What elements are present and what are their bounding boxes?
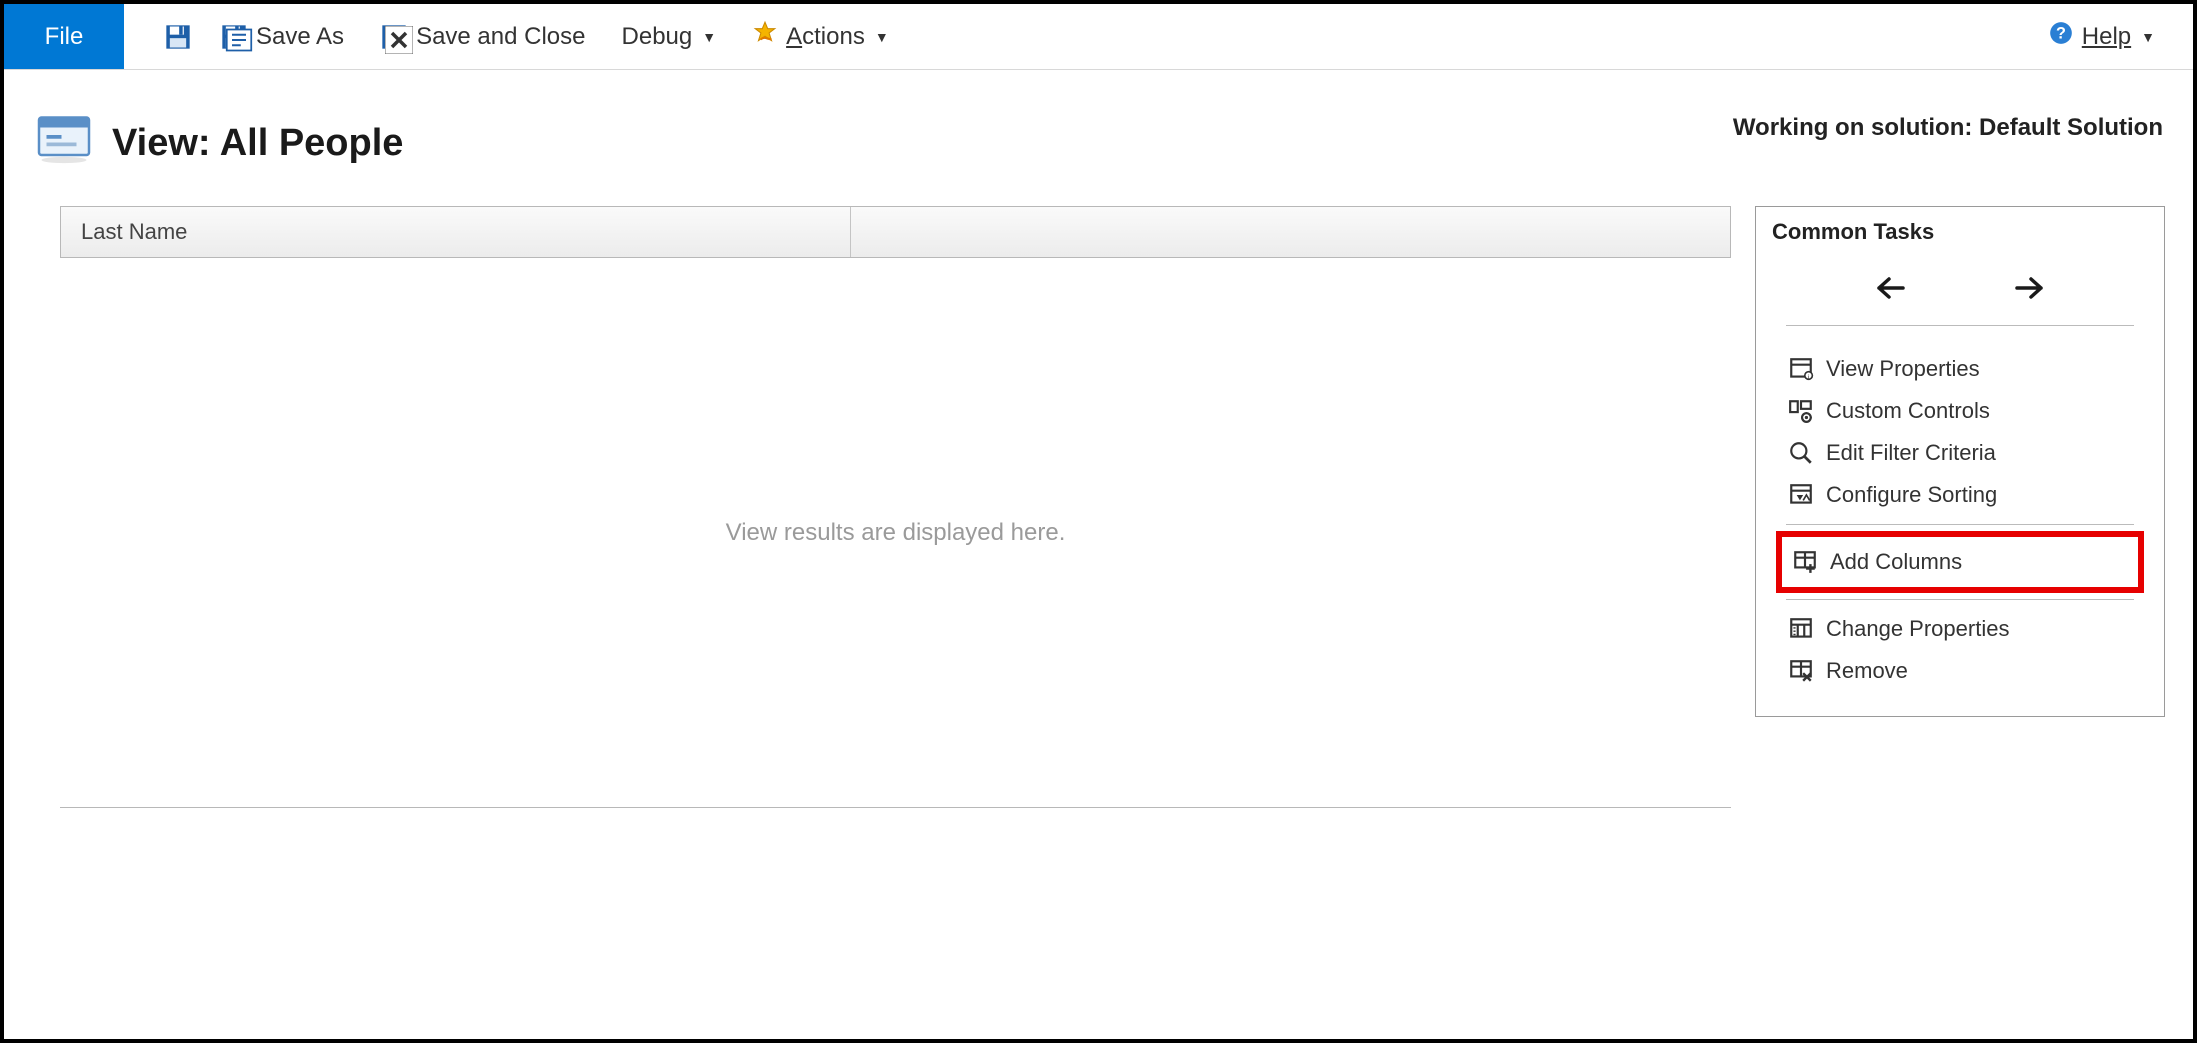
column-header-last-name[interactable]: Last Name xyxy=(61,207,851,257)
save-as-button[interactable]: Save As xyxy=(202,4,362,69)
column-header-empty[interactable] xyxy=(851,207,891,257)
page-title: View: All People xyxy=(112,122,403,165)
chevron-down-icon: ▼ xyxy=(702,29,716,45)
save-as-label: Save As xyxy=(256,23,344,51)
star-hand-icon xyxy=(752,20,778,53)
task-label: Configure Sorting xyxy=(1826,482,1997,508)
chevron-down-icon: ▼ xyxy=(875,29,889,45)
arrow-right-icon[interactable] xyxy=(2005,273,2049,303)
add-columns-highlight: Add Columns xyxy=(1776,531,2144,593)
grid-header-row: Last Name xyxy=(60,206,1731,258)
solution-label: Working on solution: Default Solution xyxy=(1733,110,2163,142)
task-label: View Properties xyxy=(1826,356,1980,382)
app-window: File Save As Save and Close Debug ▼ xyxy=(0,0,2197,1043)
arrow-left-icon[interactable] xyxy=(1871,273,1915,303)
task-label: Add Columns xyxy=(1830,549,1962,575)
task-label: Remove xyxy=(1826,658,1908,684)
actions-menu[interactable]: Actions ▼ xyxy=(734,4,907,69)
grid-placeholder-text: View results are displayed here. xyxy=(726,519,1066,547)
page-header: View: All People Working on solution: De… xyxy=(4,70,2193,176)
add-columns-icon xyxy=(1792,549,1818,575)
remove-icon xyxy=(1788,658,1814,684)
grid-body: View results are displayed here. xyxy=(60,258,1731,808)
view-window-icon xyxy=(34,110,94,176)
task-edit-filter-criteria[interactable]: Edit Filter Criteria xyxy=(1786,432,2134,474)
debug-label: Debug xyxy=(622,23,693,51)
save-as-disk-icon xyxy=(220,23,248,51)
nav-arrows xyxy=(1786,263,2134,326)
task-label: Edit Filter Criteria xyxy=(1826,440,1996,466)
save-button[interactable] xyxy=(124,4,202,69)
task-configure-sorting[interactable]: Configure Sorting xyxy=(1786,474,2134,516)
change-properties-icon xyxy=(1788,616,1814,642)
main-content: Last Name View results are displayed her… xyxy=(4,176,2193,808)
task-add-columns[interactable]: Add Columns xyxy=(1790,539,2130,585)
actions-label: Actions xyxy=(786,23,865,51)
task-remove[interactable]: Remove xyxy=(1786,650,2134,692)
common-tasks-panel: Common Tasks i View Properties Custom Co… xyxy=(1755,206,2165,717)
task-change-properties[interactable]: Change Properties xyxy=(1786,608,2134,650)
file-menu-button[interactable]: File xyxy=(4,4,124,69)
chevron-down-icon: ▼ xyxy=(2141,29,2155,45)
task-custom-controls[interactable]: Custom Controls xyxy=(1786,390,2134,432)
custom-controls-icon xyxy=(1788,398,1814,424)
file-label: File xyxy=(45,23,84,51)
magnifier-icon xyxy=(1788,440,1814,466)
toolbar: File Save As Save and Close Debug ▼ xyxy=(4,4,2193,70)
view-grid: Last Name View results are displayed her… xyxy=(60,206,1731,808)
help-icon: ? xyxy=(2048,20,2074,53)
save-and-close-button[interactable]: Save and Close xyxy=(362,4,603,69)
save-close-disk-icon xyxy=(380,23,408,51)
task-label: Change Properties xyxy=(1826,616,2009,642)
common-tasks-title: Common Tasks xyxy=(1772,219,2148,245)
save-disk-icon xyxy=(164,23,192,51)
task-view-properties[interactable]: i View Properties xyxy=(1786,348,2134,390)
task-label: Custom Controls xyxy=(1826,398,1990,424)
help-menu[interactable]: ? Help ▼ xyxy=(2030,4,2173,69)
save-close-label: Save and Close xyxy=(416,23,585,51)
svg-text:?: ? xyxy=(2056,24,2066,42)
debug-menu[interactable]: Debug ▼ xyxy=(604,4,735,69)
svg-text:i: i xyxy=(1808,374,1809,381)
help-label: Help xyxy=(2082,23,2131,51)
properties-icon: i xyxy=(1788,356,1814,382)
sort-icon xyxy=(1788,482,1814,508)
